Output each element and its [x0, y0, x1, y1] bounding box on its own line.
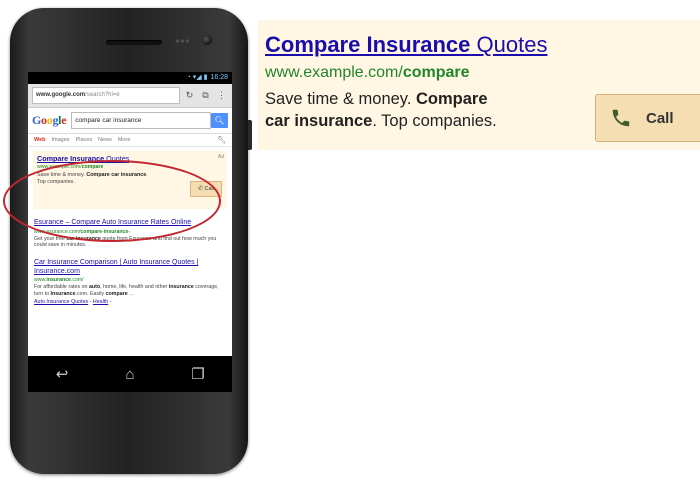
overflow-menu-icon[interactable]: ⋮ — [215, 89, 228, 102]
tabs-icon[interactable]: ⧉ — [199, 89, 212, 102]
back-icon[interactable]: ↩ — [47, 365, 77, 383]
url-domain: www.google.com — [36, 92, 86, 98]
google-search-bar: Google compare car insurance 🔍︎ — [28, 108, 232, 134]
search-result: Car Insurance Comparison | Auto Insuranc… — [34, 259, 227, 305]
android-nav-bar: ↩ ⌂ ❐ — [28, 356, 232, 392]
highlight-circle — [3, 160, 221, 242]
google-logo: Google — [32, 113, 67, 127]
signal-icon: ◔ ▾◢ ▮ — [186, 74, 208, 81]
tab-places[interactable]: Places — [76, 137, 93, 143]
reload-icon[interactable]: ↻ — [183, 89, 196, 102]
browser-url-bar: www.google.com/search?hl=e ↻ ⧉ ⋮ — [28, 84, 232, 108]
url-path: /search?hl=e — [85, 92, 120, 98]
search-tabs: Web Images Places News More 🔧︎ — [28, 134, 232, 147]
earpiece — [106, 40, 162, 45]
ad-title-link[interactable]: Compare Insurance Quotes — [265, 32, 547, 58]
search-button[interactable]: 🔍︎ — [211, 113, 228, 128]
status-time: 16:28 — [210, 74, 228, 81]
ad-display-url: www.example.com/compare — [265, 64, 470, 81]
front-camera — [202, 35, 212, 45]
power-button[interactable] — [248, 120, 252, 150]
search-input[interactable]: compare car insurance — [71, 112, 211, 129]
recent-apps-icon[interactable]: ❐ — [183, 365, 213, 383]
tab-news[interactable]: News — [98, 137, 112, 143]
ad-label: Ad — [217, 154, 224, 160]
call-button-label: Call — [646, 109, 674, 127]
tab-web[interactable]: Web — [34, 137, 46, 143]
result-sitelinks: Auto Insurance Quotes - Health - — [34, 298, 112, 305]
tab-images[interactable]: Images — [52, 137, 70, 143]
address-field[interactable]: www.google.com/search?hl=e — [32, 87, 180, 104]
sitelink-auto-insurance[interactable]: Auto Insurance Quotes — [34, 299, 88, 305]
result-title-link[interactable]: Car Insurance Comparison | Auto Insuranc… — [34, 259, 227, 276]
sitelink-health[interactable]: Health — [93, 299, 108, 305]
search-icon: 🔍︎ — [214, 116, 225, 125]
result-url: www.insurance.com/ — [34, 277, 84, 284]
enlarged-ad: Compare Insurance Quotes www.example.com… — [258, 20, 700, 150]
call-button[interactable]: Call — [595, 94, 700, 142]
settings-wrench-icon[interactable]: 🔧︎ — [217, 136, 226, 144]
phone-icon — [612, 109, 630, 127]
home-icon[interactable]: ⌂ — [115, 366, 145, 383]
ad-description: Save time & money. Compare car insurance.… — [265, 90, 497, 130]
result-snippet: For affordable rates on auto, home, life… — [34, 284, 219, 297]
tab-more[interactable]: More — [118, 137, 131, 143]
sensor-dots — [175, 39, 189, 43]
status-bar: ◔ ▾◢ ▮ 16:28 — [28, 72, 232, 84]
